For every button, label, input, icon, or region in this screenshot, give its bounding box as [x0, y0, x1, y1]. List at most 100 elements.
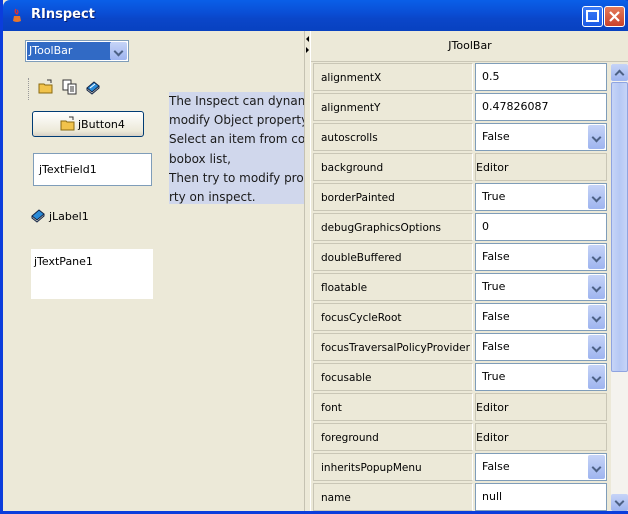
chevron-down-icon[interactable]: [588, 275, 605, 299]
property-name: font: [313, 393, 473, 421]
open-folder-icon[interactable]: [38, 79, 54, 95]
jtextpane[interactable]: jTextPane1: [31, 249, 153, 299]
property-value-input[interactable]: 0.47826087: [475, 93, 607, 121]
property-name: inheritsPopupMenu: [313, 453, 473, 481]
open-folder-icon: [60, 116, 75, 131]
jbutton-label: jButton4: [78, 118, 125, 131]
vertical-scrollbar[interactable]: [611, 64, 628, 511]
client-area: JToolBar jButton4 jTextField1 jLabel1 jT…: [6, 31, 628, 511]
jtextfield[interactable]: jTextField1: [33, 153, 152, 186]
property-name: alignmentY: [313, 93, 473, 121]
property-list: alignmentX 0.5 alignmentY 0.47826087 autoscr…: [311, 62, 628, 511]
chevron-down-icon[interactable]: [588, 455, 605, 479]
preview-panel: JToolBar jButton4 jTextField1 jLabel1 jT…: [6, 31, 304, 511]
chevron-down-icon[interactable]: [588, 185, 605, 209]
chevron-down-icon[interactable]: [588, 125, 605, 149]
property-value: Editor: [476, 401, 509, 414]
chevron-down-icon[interactable]: [588, 335, 605, 359]
property-value: True: [482, 190, 506, 203]
property-value-input[interactable]: null: [475, 483, 607, 511]
property-name: focusable: [313, 363, 473, 391]
property-row: doubleBuffered False: [311, 242, 628, 272]
book-icon: [31, 209, 45, 223]
property-value-select[interactable]: False: [475, 303, 607, 331]
property-name: borderPainted: [313, 183, 473, 211]
property-row: focusCycleRoot False: [311, 302, 628, 332]
note-line: bobox list,: [169, 151, 231, 166]
property-row: focusable True: [311, 362, 628, 392]
property-value-select[interactable]: True: [475, 273, 607, 301]
property-name: alignmentX: [313, 63, 473, 91]
property-value: 0.47826087: [482, 100, 549, 113]
property-value: Editor: [476, 431, 509, 444]
property-editor[interactable]: Editor: [475, 153, 607, 181]
property-name: background: [313, 153, 473, 181]
property-editor[interactable]: Editor: [475, 423, 607, 451]
app-icon: [13, 8, 21, 22]
property-value: False: [482, 460, 510, 473]
close-icon: [609, 11, 620, 22]
note-line: Select an item from co: [169, 132, 304, 147]
window-title: RInspect: [31, 7, 95, 22]
property-name: foreground: [313, 423, 473, 451]
property-name: focusTraversalPolicyProvider: [313, 333, 473, 361]
note-line: modify Object property.: [169, 113, 304, 128]
chevron-down-icon[interactable]: [588, 365, 605, 389]
property-value-select[interactable]: False: [475, 243, 607, 271]
property-row: focusTraversalPolicyProvider False: [311, 332, 628, 362]
property-row: name null: [311, 482, 628, 511]
inspector-header: JToolBar: [311, 31, 628, 62]
property-name: debugGraphicsOptions: [313, 213, 473, 241]
scroll-up-button[interactable]: [611, 64, 628, 81]
property-inspector: JToolBar alignmentX 0.5 alignmentY 0.478260…: [310, 31, 628, 511]
title-bar[interactable]: RInspect: [3, 0, 628, 31]
property-row: autoscrolls False: [311, 122, 628, 152]
note-line: Then try to modify pro: [169, 170, 304, 185]
chevron-down-icon[interactable]: [588, 305, 605, 329]
property-row: inheritsPopupMenu False: [311, 452, 628, 482]
jbutton[interactable]: jButton4: [32, 111, 144, 137]
close-button[interactable]: [604, 6, 625, 27]
property-name: name: [313, 483, 473, 511]
maximize-icon: [586, 10, 599, 22]
instruction-text: The Inspect can dynam modify Object prop…: [169, 92, 304, 204]
property-name: doubleBuffered: [313, 243, 473, 271]
toolbar-grip[interactable]: [28, 78, 31, 100]
jtextpane-value: jTextPane1: [34, 255, 93, 268]
scroll-down-button[interactable]: [611, 494, 628, 511]
property-value-input[interactable]: 0.5: [475, 63, 607, 91]
property-value-select[interactable]: True: [475, 183, 607, 211]
property-value: True: [482, 370, 506, 383]
property-row: background Editor: [311, 152, 628, 182]
property-value-select[interactable]: False: [475, 453, 607, 481]
jtextfield-value: jTextField1: [39, 163, 97, 176]
property-editor[interactable]: Editor: [475, 393, 607, 421]
property-value: Editor: [476, 161, 509, 174]
component-select-value: JToolBar: [27, 42, 111, 60]
chevron-down-icon[interactable]: [110, 42, 127, 60]
property-value: False: [482, 250, 510, 263]
property-value: 0: [482, 220, 489, 233]
property-value-select[interactable]: False: [475, 333, 607, 361]
property-value-input[interactable]: 0: [475, 213, 607, 241]
property-value: null: [482, 490, 503, 503]
property-row: alignmentY 0.47826087: [311, 92, 628, 122]
property-value: False: [482, 130, 510, 143]
property-value-select[interactable]: True: [475, 363, 607, 391]
property-name: floatable: [313, 273, 473, 301]
copy-icon[interactable]: [62, 79, 78, 95]
property-row: debugGraphicsOptions 0: [311, 212, 628, 242]
property-name: autoscrolls: [313, 123, 473, 151]
property-name: focusCycleRoot: [313, 303, 473, 331]
property-value: 0.5: [482, 70, 500, 83]
property-value: False: [482, 310, 510, 323]
property-row: font Editor: [311, 392, 628, 422]
chevron-down-icon[interactable]: [588, 245, 605, 269]
maximize-button[interactable]: [582, 6, 603, 27]
scroll-thumb[interactable]: [611, 82, 628, 372]
component-select[interactable]: JToolBar: [25, 40, 129, 62]
property-row: borderPainted True: [311, 182, 628, 212]
book-icon[interactable]: [85, 79, 101, 95]
property-value: True: [482, 280, 506, 293]
property-value-select[interactable]: False: [475, 123, 607, 151]
